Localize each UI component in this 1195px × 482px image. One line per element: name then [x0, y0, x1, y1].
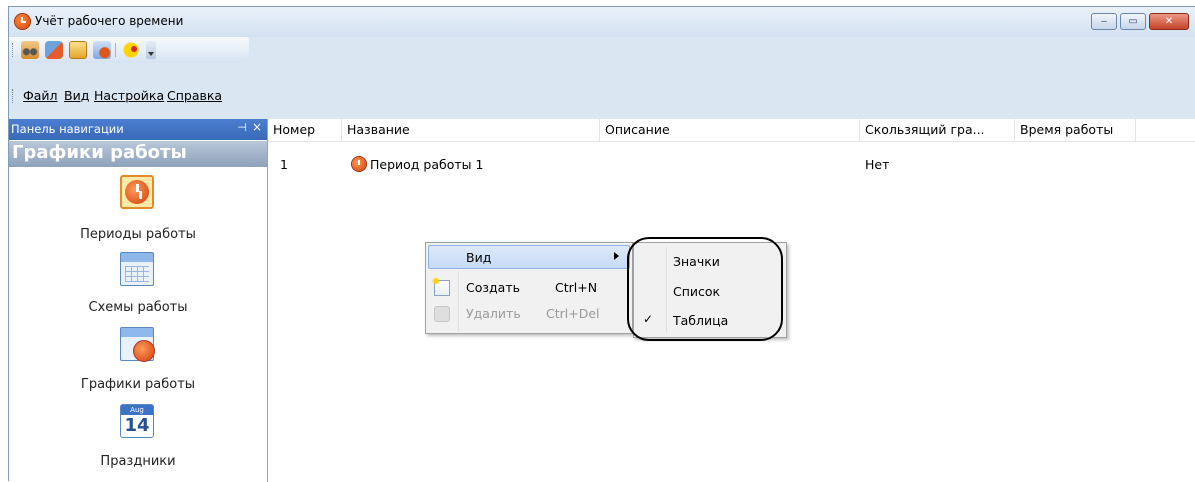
- maximize-icon: ▭: [1128, 16, 1138, 27]
- pin-icon[interactable]: ⊣: [237, 121, 247, 134]
- menu-settings[interactable]: Настройка: [94, 88, 164, 103]
- navigation-panel: Панель навигации ⊣ × Графики работы Пери…: [9, 119, 268, 482]
- context-menu-create[interactable]: Создать: [466, 280, 520, 295]
- nav-panel-header-label: Панель навигации: [11, 122, 124, 136]
- context-menu-delete: Удалить: [466, 306, 521, 321]
- calendar-day: 14: [124, 415, 150, 436]
- column-header-work-time[interactable]: Время работы: [1015, 119, 1136, 141]
- context-menu-highlight: [428, 245, 630, 269]
- calendar-month: Aug: [130, 406, 144, 414]
- nav-item-schemes[interactable]: Схемы работы: [9, 252, 267, 322]
- nav-section-title: Графики работы: [9, 141, 267, 167]
- document-icon[interactable]: [69, 41, 87, 59]
- toolbar-overflow-button[interactable]: [146, 41, 156, 59]
- table-header: Номер Название Описание Скользящий гра..…: [268, 119, 1195, 142]
- period-clock-icon: [352, 157, 366, 171]
- column-header-description[interactable]: Описание: [600, 119, 860, 141]
- close-button[interactable]: ✕: [1149, 13, 1189, 30]
- window-title: Учёт рабочего времени: [35, 14, 184, 28]
- menu-bar: Файл Вид Настройка Справка: [9, 85, 281, 107]
- maximize-button[interactable]: ▭: [1120, 13, 1146, 30]
- highlight-outline: [627, 237, 783, 341]
- toolbar-separator: [115, 43, 116, 57]
- nav-close-icon[interactable]: ×: [252, 120, 262, 134]
- menu-view[interactable]: Вид: [64, 88, 89, 103]
- toolbar: [9, 37, 249, 63]
- nav-item-schedules[interactable]: Графики работы: [9, 327, 267, 397]
- calendar-clock-icon[interactable]: [93, 41, 111, 59]
- column-header-number[interactable]: Номер: [268, 119, 342, 141]
- nav-item-label: Периоды работы: [80, 227, 196, 242]
- menu-help[interactable]: Справка: [167, 88, 222, 103]
- context-menu: Вид Создать Ctrl+N Удалить Ctrl+Del: [425, 242, 633, 334]
- calendar-grid-icon: [120, 252, 154, 286]
- submenu-arrow-icon: [614, 252, 623, 260]
- delete-icon: [434, 306, 450, 322]
- users-icon[interactable]: [21, 41, 39, 59]
- nav-item-periods[interactable]: Периоды работы: [9, 175, 267, 245]
- nav-item-label: Схемы работы: [88, 300, 188, 315]
- context-menu-view[interactable]: Вид: [466, 250, 491, 265]
- cell-name: Период работы 1: [370, 157, 484, 172]
- cell-number: 1: [280, 157, 288, 172]
- column-header-name[interactable]: Название: [342, 119, 600, 141]
- close-icon: ✕: [1164, 16, 1174, 27]
- menu-file[interactable]: Файл: [23, 88, 58, 103]
- clock-icon: [120, 175, 154, 209]
- toolbar-grip[interactable]: [12, 43, 15, 57]
- nav-section-title-text: Графики работы: [12, 142, 187, 163]
- minimize-button[interactable]: ‒: [1091, 13, 1117, 30]
- create-icon: [432, 277, 450, 296]
- nav-item-holidays[interactable]: Aug 14 Праздники: [9, 404, 267, 474]
- menubar-grip[interactable]: [12, 89, 15, 103]
- schedule-icon[interactable]: [45, 41, 63, 59]
- nav-panel-header: Панель навигации ⊣ ×: [9, 119, 267, 140]
- app-clock-icon: [15, 14, 30, 29]
- title-bar: Учёт рабочего времени ‒ ▭ ✕: [9, 7, 1195, 37]
- nav-item-label: Графики работы: [80, 377, 196, 392]
- calendar-clock-icon: [120, 327, 155, 362]
- minimize-icon: ‒: [1100, 16, 1108, 27]
- chat-icon[interactable]: [122, 41, 140, 59]
- delete-shortcut: Ctrl+Del: [546, 306, 600, 321]
- cell-sliding: Нет: [865, 157, 890, 172]
- create-shortcut: Ctrl+N: [555, 280, 598, 295]
- holiday-calendar-icon: Aug 14: [120, 404, 154, 438]
- context-menu-gutter: [458, 271, 459, 331]
- column-header-sliding[interactable]: Скользящий гра...: [860, 119, 1015, 141]
- nav-item-label: Праздники: [100, 454, 176, 469]
